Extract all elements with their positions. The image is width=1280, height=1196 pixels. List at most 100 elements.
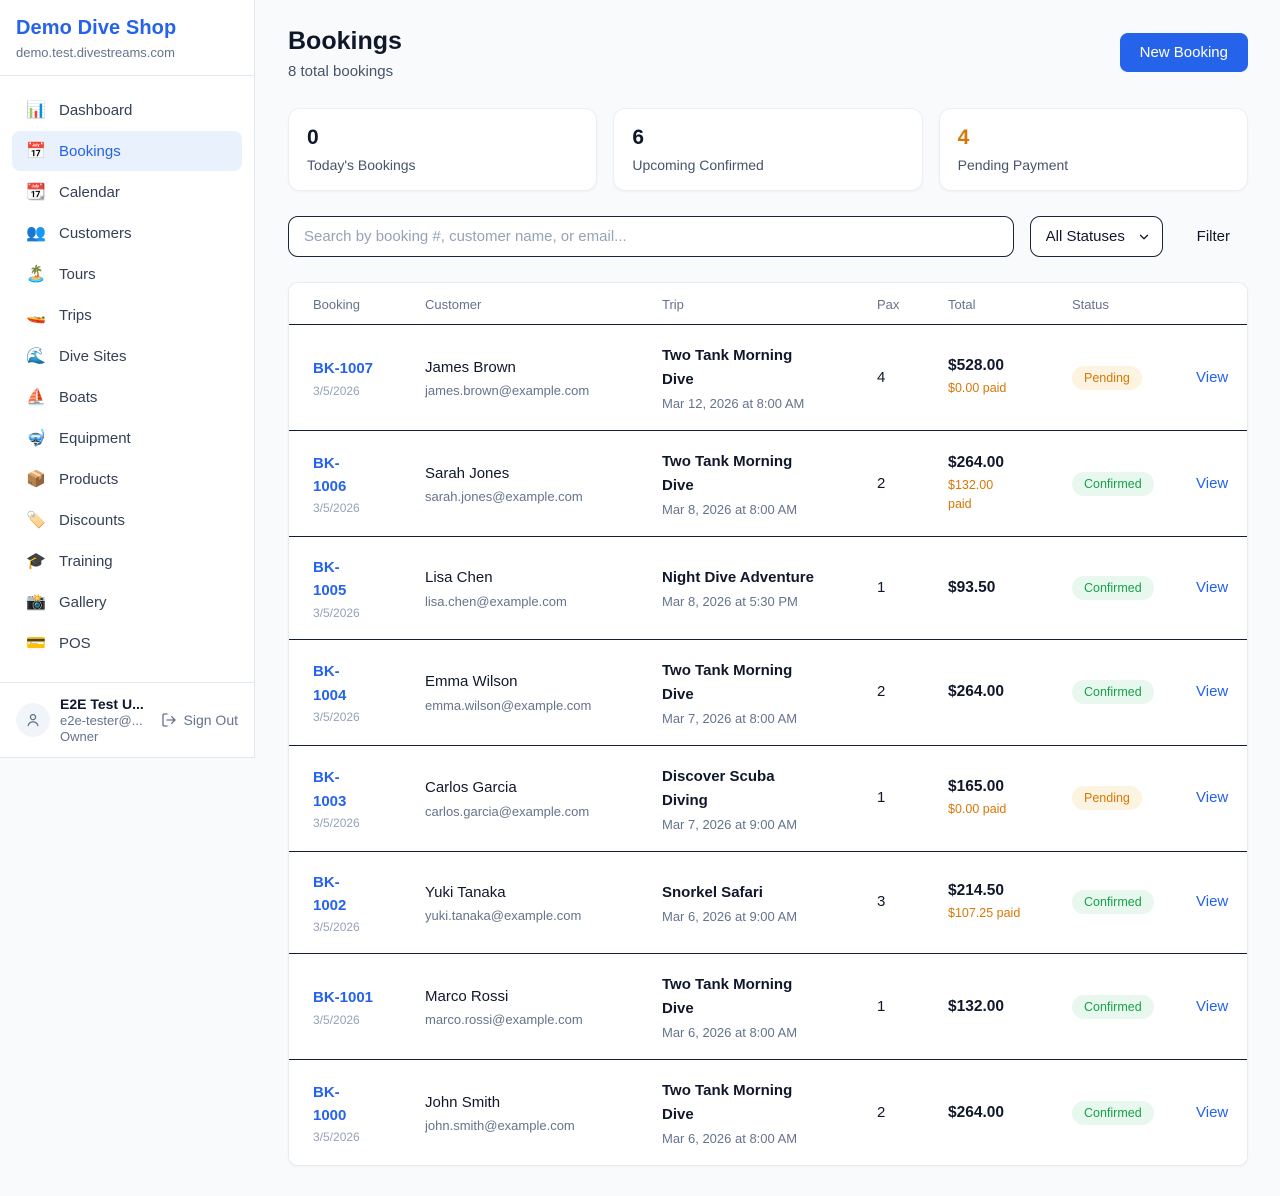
booking-id-link[interactable]: BK-1007 — [313, 357, 373, 380]
sidebar-item-discounts[interactable]: 🏷️Discounts — [12, 500, 242, 540]
trip-name: Night Dive Adventure — [662, 566, 861, 590]
training-cap-icon: 🎓 — [26, 551, 46, 571]
customer-name: Sarah Jones — [425, 463, 646, 486]
paid-amount: $107.25 paid — [948, 904, 1056, 922]
stat-label: Today's Bookings — [307, 157, 578, 173]
trip-name: Snorkel Safari — [662, 881, 861, 905]
pax-cell: 3 — [877, 851, 948, 954]
view-link[interactable]: View — [1196, 683, 1228, 700]
trip-datetime: Mar 6, 2026 at 8:00 AM — [662, 1025, 861, 1040]
paid-amount: $0.00 paid — [948, 379, 1056, 397]
customer-cell: Carlos Garcia carlos.garcia@example.com — [425, 745, 662, 851]
logout-icon — [161, 712, 177, 728]
booking-id-link[interactable]: BK- 1003 — [313, 766, 346, 813]
stat-value: 0 — [307, 126, 578, 150]
view-link[interactable]: View — [1196, 475, 1228, 492]
sidebar-item-training[interactable]: 🎓Training — [12, 541, 242, 581]
booking-id-link[interactable]: BK- 1004 — [313, 660, 346, 707]
status-filter-select[interactable]: All Statuses — [1030, 216, 1163, 257]
status-cell: Confirmed — [1072, 639, 1196, 745]
trip-datetime: Mar 6, 2026 at 9:00 AM — [662, 909, 861, 924]
total-amount: $264.00 — [948, 454, 1056, 472]
booking-cell: BK-1007 3/5/2026 — [289, 325, 425, 431]
booking-date: 3/5/2026 — [313, 1130, 409, 1144]
sidebar-item-boats[interactable]: ⛵Boats — [12, 377, 242, 417]
customer-email: yuki.tanaka@example.com — [425, 908, 646, 923]
total-amount: $264.00 — [948, 1104, 1056, 1122]
action-cell: View — [1196, 431, 1247, 537]
customer-cell: Emma Wilson emma.wilson@example.com — [425, 639, 662, 745]
pax-cell: 2 — [877, 1060, 948, 1166]
customer-email: carlos.garcia@example.com — [425, 804, 646, 819]
sidebar-item-label: Products — [59, 471, 118, 488]
sidebar-item-tours[interactable]: 🏝️Tours — [12, 254, 242, 294]
view-link[interactable]: View — [1196, 1104, 1228, 1121]
customer-cell: James Brown james.brown@example.com — [425, 325, 662, 431]
booking-id-link[interactable]: BK- 1005 — [313, 556, 346, 603]
customer-name: Lisa Chen — [425, 567, 646, 590]
user-meta: E2E Test U... e2e-tester@... Owner — [60, 696, 144, 744]
pax-cell: 2 — [877, 639, 948, 745]
filter-controls: All Statuses Filter — [288, 216, 1248, 257]
sidebar-item-label: Trips — [59, 307, 92, 324]
view-link[interactable]: View — [1196, 579, 1228, 596]
table-row: BK- 1000 3/5/2026 John Smith john.smith@… — [289, 1060, 1247, 1166]
view-link[interactable]: View — [1196, 369, 1228, 386]
customer-cell: Yuki Tanaka yuki.tanaka@example.com — [425, 851, 662, 954]
stat-card-today-s-bookings: 0 Today's Bookings — [288, 108, 597, 191]
search-input[interactable] — [288, 216, 1014, 257]
brand-domain: demo.test.divestreams.com — [16, 45, 238, 60]
column-header-customer: Customer — [425, 283, 662, 325]
booking-id-link[interactable]: BK- 1002 — [313, 871, 346, 918]
status-badge: Confirmed — [1072, 890, 1154, 914]
paid-amount: $132.00 paid — [948, 476, 1056, 512]
stat-card-upcoming-confirmed: 6Upcoming Confirmed — [613, 108, 922, 191]
products-box-icon: 📦 — [26, 469, 46, 489]
booking-cell: BK- 1005 3/5/2026 — [289, 537, 425, 640]
sidebar-item-label: Gallery — [59, 594, 107, 611]
booking-id-link[interactable]: BK- 1000 — [313, 1081, 346, 1128]
sidebar-item-dive-sites[interactable]: 🌊Dive Sites — [12, 336, 242, 376]
sidebar-item-gallery[interactable]: 📸Gallery — [12, 582, 242, 622]
booking-cell: BK- 1002 3/5/2026 — [289, 851, 425, 954]
table-header-row: BookingCustomerTripPaxTotalStatus — [289, 283, 1247, 325]
filter-button[interactable]: Filter — [1179, 228, 1248, 245]
customer-email: sarah.jones@example.com — [425, 489, 646, 504]
column-header-total: Total — [948, 283, 1072, 325]
booking-id-link[interactable]: BK- 1006 — [313, 452, 346, 499]
tours-island-icon: 🏝️ — [26, 264, 46, 284]
sidebar-item-dashboard[interactable]: 📊Dashboard — [12, 90, 242, 130]
table-row: BK- 1002 3/5/2026 Yuki Tanaka yuki.tanak… — [289, 851, 1247, 954]
customer-email: emma.wilson@example.com — [425, 698, 646, 713]
sidebar-item-pos[interactable]: 💳POS — [12, 623, 242, 663]
stats-row: 0Today's Bookings6Upcoming Confirmed4Pen… — [288, 108, 1248, 191]
pax-count: 2 — [877, 683, 885, 700]
status-badge: Confirmed — [1072, 472, 1154, 496]
new-booking-button[interactable]: New Booking — [1120, 33, 1248, 72]
status-badge: Confirmed — [1072, 1101, 1154, 1125]
trip-datetime: Mar 8, 2026 at 5:30 PM — [662, 594, 861, 609]
customer-name: Emma Wilson — [425, 671, 646, 694]
booking-id-link[interactable]: BK-1001 — [313, 986, 373, 1009]
user-name: E2E Test U... — [60, 696, 144, 712]
sidebar-item-label: Dashboard — [59, 102, 132, 119]
sidebar-item-equipment[interactable]: 🤿Equipment — [12, 418, 242, 458]
column-header-pax: Pax — [877, 283, 948, 325]
total-cell: $132.00 — [948, 954, 1072, 1060]
sidebar-item-bookings[interactable]: 📅Bookings — [12, 131, 242, 171]
sidebar-item-products[interactable]: 📦 Products — [12, 459, 242, 499]
sidebar-item-calendar[interactable]: 📆Calendar — [12, 172, 242, 212]
sign-out-button[interactable]: Sign Out — [161, 712, 238, 728]
pax-cell: 1 — [877, 954, 948, 1060]
status-cell: Pending — [1072, 745, 1196, 851]
main-content: Bookings 8 total bookings New Booking 0T… — [255, 0, 1280, 1196]
view-link[interactable]: View — [1196, 893, 1228, 910]
view-link[interactable]: View — [1196, 998, 1228, 1015]
sidebar-item-trips[interactable]: 🚤Trips — [12, 295, 242, 335]
trip-name: Two Tank Morning Dive — [662, 344, 861, 392]
sidebar-item-label: Bookings — [59, 143, 121, 160]
booking-cell: BK-1001 3/5/2026 — [289, 954, 425, 1060]
sidebar-item-customers[interactable]: 👥Customers — [12, 213, 242, 253]
trip-cell: Two Tank Morning Dive Mar 6, 2026 at 8:0… — [662, 954, 877, 1060]
view-link[interactable]: View — [1196, 789, 1228, 806]
